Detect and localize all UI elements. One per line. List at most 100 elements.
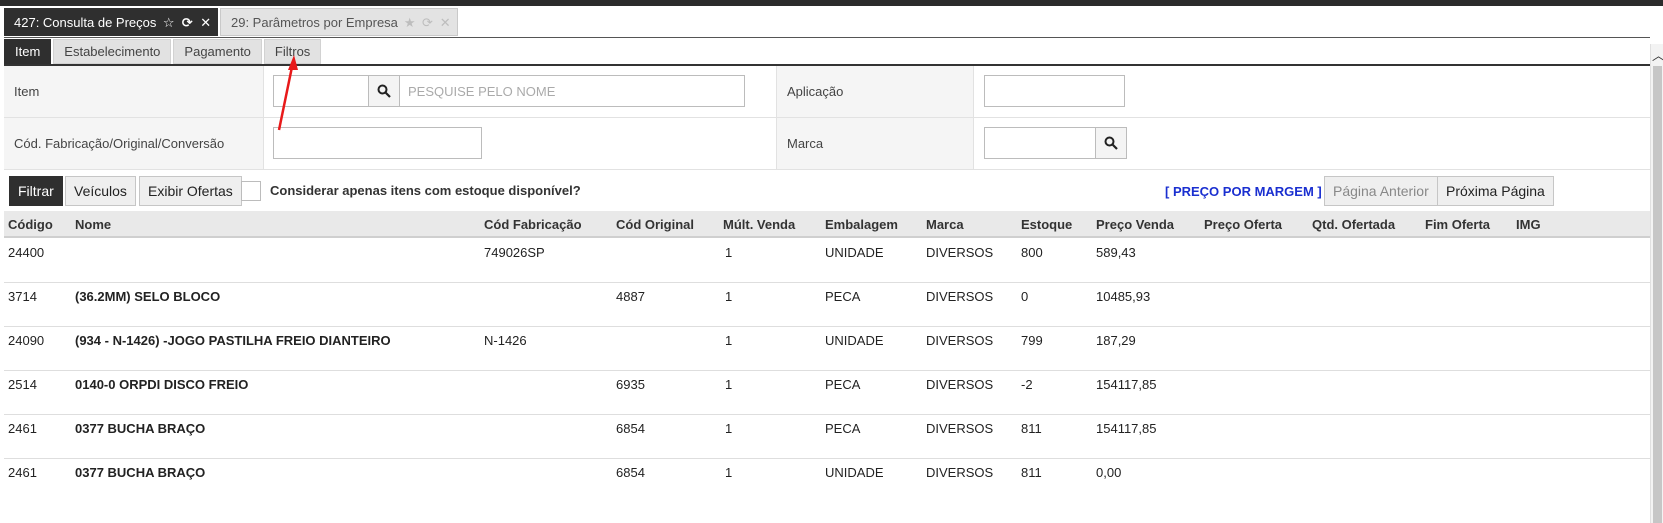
cell-estoque: 811: [1021, 465, 1042, 480]
cell-mult-venda: 1: [725, 465, 733, 480]
tab-filtros[interactable]: Filtros: [263, 39, 322, 64]
col-preco-venda[interactable]: Preço Venda: [1096, 211, 1174, 238]
cell-codigo: 2461: [8, 421, 37, 436]
window-tab-parametros-empresa[interactable]: 29: Parâmetros por Empresa ★ ⟳ ✕: [220, 8, 458, 36]
item-label: Item: [4, 66, 264, 117]
cell-estoque: 811: [1021, 421, 1042, 436]
form-row: Cód. Fabricação/Original/Conversão Marca: [4, 118, 1650, 170]
cell-mult-venda: 1: [725, 333, 733, 348]
star-icon[interactable]: ★: [404, 15, 416, 29]
cell-preco-venda: 154117,85: [1096, 421, 1157, 436]
col-img[interactable]: IMG: [1516, 211, 1541, 238]
cell-preco-venda: 0,00: [1096, 465, 1122, 480]
col-embalagem[interactable]: Embalagem: [825, 211, 898, 238]
cell-marca: DIVERSOS: [926, 377, 994, 392]
cell-codigo: 3714: [8, 289, 37, 304]
cell-nome: 0377 BUCHA BRAÇO: [75, 421, 206, 436]
marca-input[interactable]: [984, 127, 1096, 159]
cell-cod-original: 4887: [616, 289, 645, 304]
proxima-pagina-button[interactable]: Próxima Página: [1437, 176, 1554, 206]
sub-tabs: Item Estabelecimento Pagamento Filtros: [4, 39, 322, 64]
cell-preco-venda: 589,43: [1096, 245, 1136, 260]
col-codigo[interactable]: Código: [8, 211, 53, 238]
cell-nome: (934 - N-1426) -JOGO PASTILHA FREIO DIAN…: [75, 333, 391, 348]
preco-por-margem-link[interactable]: [ PREÇO POR MARGEM ]: [1165, 184, 1322, 199]
cell-mult-venda: 1: [725, 289, 733, 304]
form-row: Item PESQUISE PELO NOME Aplicação: [4, 66, 1650, 118]
table-row[interactable]: 24400 749026SP 1 UNIDADE DIVERSOS 800 58…: [4, 239, 1650, 284]
cell-preco-venda: 154117,85: [1096, 377, 1157, 392]
cell-estoque: -2: [1021, 377, 1033, 392]
table-row[interactable]: 2461 0377 BUCHA BRAÇO 6854 1 PECA DIVERS…: [4, 415, 1650, 460]
tab-item[interactable]: Item: [4, 39, 52, 64]
window-tabs: 427: Consulta de Preços ☆ ⟳ ✕ 29: Parâme…: [4, 8, 458, 36]
table-row[interactable]: 2514 0140-0 ORPDI DISCO FREIO 6935 1 PEC…: [4, 371, 1650, 416]
cell-embalagem: PECA: [825, 289, 861, 304]
cell-embalagem: UNIDADE: [825, 333, 884, 348]
window-tab-consulta-precos[interactable]: 427: Consulta de Preços ☆ ⟳ ✕: [4, 8, 218, 36]
cell-cod-fabricacao: N-1426: [484, 333, 527, 348]
star-icon[interactable]: ☆: [162, 15, 175, 29]
search-icon: [377, 84, 391, 98]
refresh-icon[interactable]: ⟳: [422, 15, 434, 29]
cod-fabricacao-input[interactable]: [273, 127, 482, 159]
refresh-icon[interactable]: ⟳: [181, 15, 194, 29]
pagina-anterior-button[interactable]: Página Anterior: [1324, 176, 1438, 206]
cell-cod-original: 6935: [616, 377, 645, 392]
item-search-button[interactable]: [368, 75, 400, 107]
cell-codigo: 2461: [8, 465, 37, 480]
tab-divider: [4, 37, 1650, 38]
item-code-input[interactable]: [273, 75, 369, 107]
filter-form: Item PESQUISE PELO NOME Aplicação Cód. F…: [4, 66, 1650, 170]
tab-estabelecimento[interactable]: Estabelecimento: [53, 39, 172, 64]
col-marca[interactable]: Marca: [926, 211, 964, 238]
cell-cod-fabricacao: 749026SP: [484, 245, 545, 260]
scrollbar-thumb[interactable]: [1653, 66, 1662, 523]
exibir-ofertas-button[interactable]: Exibir Ofertas: [139, 176, 242, 206]
col-cod-fabricacao[interactable]: Cód Fabricação: [484, 211, 582, 238]
col-preco-oferta[interactable]: Preço Oferta: [1204, 211, 1282, 238]
cell-marca: DIVERSOS: [926, 421, 994, 436]
cell-nome: (36.2MM) SELO BLOCO: [75, 289, 221, 304]
cell-mult-venda: 1: [725, 421, 733, 436]
vertical-scrollbar[interactable]: ︿: [1650, 44, 1663, 523]
cell-marca: DIVERSOS: [926, 245, 994, 260]
cell-mult-venda: 1: [725, 245, 733, 260]
cell-codigo: 24090: [8, 333, 45, 348]
veiculos-button[interactable]: Veículos: [65, 176, 136, 206]
col-nome[interactable]: Nome: [75, 211, 111, 238]
search-icon: [1104, 136, 1118, 150]
aplicacao-input[interactable]: [984, 75, 1125, 107]
item-name-input[interactable]: PESQUISE PELO NOME: [399, 75, 745, 107]
col-mult-venda[interactable]: Múlt. Venda: [723, 211, 795, 238]
toolbar: Filtrar Veículos Exibir Ofertas Consider…: [4, 174, 1650, 208]
marca-search-button[interactable]: [1095, 127, 1127, 159]
window-tab-label: 427: Consulta de Preços: [14, 14, 157, 30]
window-tab-label: 29: Parâmetros por Empresa: [231, 14, 398, 30]
filtrar-button[interactable]: Filtrar: [9, 176, 63, 206]
cell-nome: 0140-0 ORPDI DISCO FREIO: [75, 377, 249, 392]
estoque-checkbox-label: Considerar apenas itens com estoque disp…: [270, 183, 581, 198]
table-row[interactable]: 24090 (934 - N-1426) -JOGO PASTILHA FREI…: [4, 327, 1650, 372]
top-bar: [0, 0, 1663, 6]
aplicacao-label: Aplicação: [776, 66, 974, 117]
cell-marca: DIVERSOS: [926, 289, 994, 304]
cell-cod-original: 6854: [616, 421, 645, 436]
col-fim-oferta[interactable]: Fim Oferta: [1425, 211, 1490, 238]
col-cod-original[interactable]: Cód Original: [616, 211, 694, 238]
table-row[interactable]: 2461 0377 BUCHA BRAÇO 6854 1 UNIDADE DIV…: [4, 459, 1650, 504]
cell-codigo: 24400: [8, 245, 45, 260]
scroll-up-icon[interactable]: ︿: [1652, 49, 1663, 62]
col-qtd-ofertada[interactable]: Qtd. Ofertada: [1312, 211, 1395, 238]
estoque-checkbox[interactable]: [241, 181, 261, 201]
cell-marca: DIVERSOS: [926, 465, 994, 480]
table-row[interactable]: 3714 (36.2MM) SELO BLOCO 4887 1 PECA DIV…: [4, 283, 1650, 328]
cell-embalagem: PECA: [825, 421, 861, 436]
cell-embalagem: UNIDADE: [825, 465, 884, 480]
close-icon[interactable]: ✕: [199, 15, 212, 29]
tab-pagamento[interactable]: Pagamento: [173, 39, 262, 64]
close-icon[interactable]: ✕: [439, 15, 451, 29]
cod-fabricacao-label: Cód. Fabricação/Original/Conversão: [4, 118, 264, 169]
cell-nome: 0377 BUCHA BRAÇO: [75, 465, 206, 480]
col-estoque[interactable]: Estoque: [1021, 211, 1072, 238]
